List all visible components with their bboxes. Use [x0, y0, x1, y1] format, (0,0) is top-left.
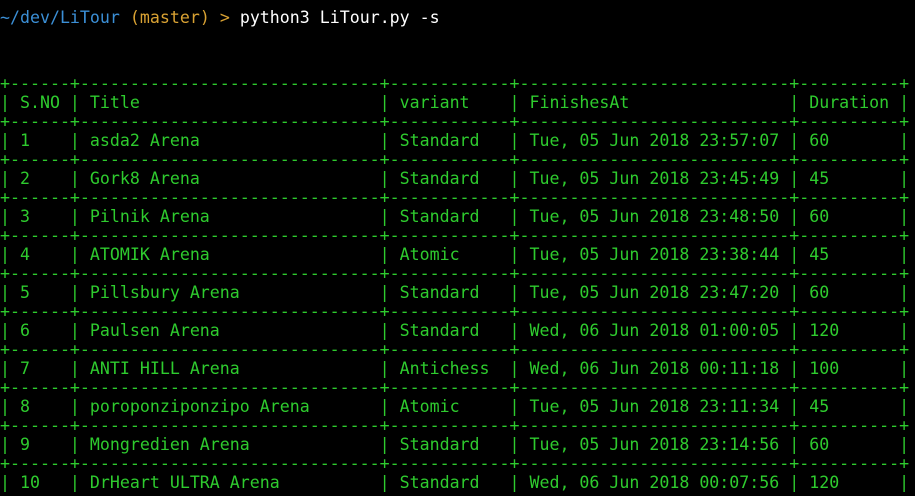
- prompt-command: python3 LiTour.py -s: [239, 8, 440, 27]
- table-row: | 2 | Gork8 Arena | Standard | Tue, 05 J…: [0, 169, 910, 188]
- table-border: +------+------------------------------+-…: [0, 302, 910, 321]
- table-border: +------+------------------------------+-…: [0, 226, 910, 245]
- table-row: | 5 | Pillsbury Arena | Standard | Tue, …: [0, 283, 910, 302]
- prompt-git-branch: (master): [129, 8, 210, 27]
- table-border: +------+------------------------------+-…: [0, 416, 910, 435]
- table-row: | 3 | Pilnik Arena | Standard | Tue, 05 …: [0, 207, 910, 226]
- table-border: +------+------------------------------+-…: [0, 454, 910, 473]
- table-row: | 7 | ANTI HILL Arena | Antichess | Wed,…: [0, 359, 910, 378]
- table-row: | 6 | Paulsen Arena | Standard | Wed, 06…: [0, 321, 910, 340]
- table-border: +------+------------------------------+-…: [0, 378, 910, 397]
- table-border: +------+------------------------------+-…: [0, 340, 910, 359]
- table-border: +------+------------------------------+-…: [0, 264, 910, 283]
- table-row: | 4 | ATOMIK Arena | Atomic | Tue, 05 Ju…: [0, 245, 910, 264]
- table-border: +------+------------------------------+-…: [0, 188, 910, 207]
- shell-prompt-line: ~/dev/LiTour (master) > python3 LiTour.p…: [0, 8, 440, 28]
- table-border: +------+------------------------------+-…: [0, 492, 909, 496]
- prompt-arrow: >: [219, 8, 230, 27]
- table-row: | 8 | poroponziponzipo Arena | Atomic | …: [0, 397, 910, 416]
- table-row: | 10 | DrHeart ULTRA Arena | Standard | …: [0, 473, 910, 492]
- table-border: +------+------------------------------+-…: [0, 112, 910, 131]
- prompt-path: ~/dev/LiTour: [0, 8, 120, 27]
- table-header-row: | S.NO | Title | variant | FinishesAt | …: [0, 93, 910, 112]
- table-border: +------+------------------------------+-…: [0, 150, 910, 169]
- table-border: +------+------------------------------+-…: [0, 74, 910, 93]
- terminal-window[interactable]: ~/dev/LiTour (master) > python3 LiTour.p…: [0, 0, 915, 496]
- table-row: | 1 | asda2 Arena | Standard | Tue, 05 J…: [0, 131, 910, 150]
- table-row: | 9 | Mongredien Arena | Standard | Tue,…: [0, 435, 910, 454]
